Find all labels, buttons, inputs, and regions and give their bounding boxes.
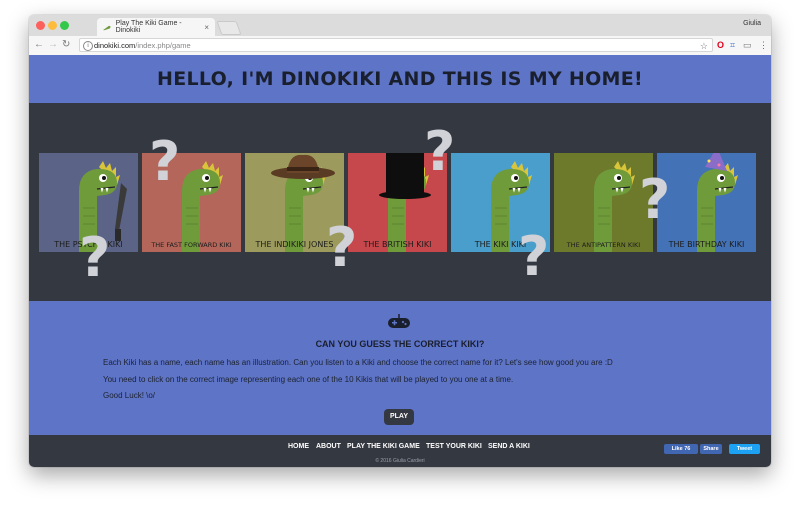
copyright: © 2016 Giulia Cardieri — [375, 458, 425, 464]
kiki-card-label: THE BRITISH KIKI — [363, 240, 432, 249]
cast-icon[interactable]: ▭ — [743, 40, 752, 50]
reload-icon[interactable]: ↻ — [62, 38, 70, 52]
question-mark-icon: ? — [518, 225, 550, 288]
address-bar[interactable]: i dinokiki.com/index.php/game ☆ — [79, 38, 713, 52]
kiki-gallery: THE PSYCHO KIKI THE FAST FORWARD KIKI THE … — [29, 103, 771, 301]
question-mark-icon: ? — [639, 168, 671, 231]
screenshot-extension-icon[interactable]: ⌗ — [730, 40, 735, 50]
tweet-button[interactable]: Tweet — [729, 444, 760, 454]
question-mark-icon: ? — [149, 130, 181, 193]
profile-name[interactable]: Giulia — [743, 20, 761, 27]
dino-illustration — [697, 153, 738, 252]
browser-toolbar: ← → ↻ i dinokiki.com/index.php/game ☆ O … — [29, 36, 771, 56]
game-description-line-1: Each Kiki has a name, each name has an i… — [103, 358, 613, 367]
menu-kebab-icon[interactable]: ⋮ — [759, 40, 768, 50]
question-mark-icon: ? — [424, 120, 456, 183]
question-mark-icon: ? — [79, 226, 111, 289]
zoom-window-button[interactable] — [60, 21, 69, 30]
footer-link-play[interactable]: PLAY THE KIKI GAME — [347, 443, 420, 450]
facebook-like-button[interactable]: Like 76 — [664, 444, 698, 454]
game-description-line-2: You need to click on the correct image r… — [103, 375, 514, 384]
footer-link-send[interactable]: SEND A KIKI — [488, 443, 530, 450]
page-content: HELLO, I'M DINOKIKI AND THIS IS MY HOME!… — [29, 55, 771, 467]
opera-extension-icon[interactable]: O — [717, 40, 724, 50]
tab-close-icon[interactable]: × — [204, 23, 209, 32]
kiki-card-label: THE ANTIPATTERN KIKI — [566, 241, 641, 249]
footer: HOME ABOUT PLAY THE KIKI GAME TEST YOUR … — [29, 435, 771, 467]
kiki-card-label: THE FAST FORWARD KIKI — [151, 241, 232, 249]
game-title: CAN YOU GUESS THE CORRECT KIKI? — [315, 339, 485, 349]
browser-window: Play The Kiki Game - Dinokiki × Giulia ←… — [29, 15, 771, 467]
bookmark-star-icon[interactable]: ☆ — [700, 39, 708, 53]
gamepad-icon — [388, 314, 410, 328]
footer-link-home[interactable]: HOME — [288, 443, 309, 450]
kiki-card-label: THE BIRTHDAY KIKI — [668, 240, 745, 249]
question-mark-icon: ? — [326, 216, 358, 279]
minimize-window-button[interactable] — [48, 21, 57, 30]
tab-bar: Play The Kiki Game - Dinokiki × Giulia — [29, 15, 771, 36]
game-section: CAN YOU GUESS THE CORRECT KIKI? Each Kik… — [29, 301, 771, 435]
tab-active[interactable]: Play The Kiki Game - Dinokiki × — [97, 18, 215, 36]
hero-header: HELLO, I'M DINOKIKI AND THIS IS MY HOME! — [29, 55, 771, 103]
site-info-icon[interactable]: i — [83, 41, 93, 51]
url-host: dinokiki.com — [94, 41, 136, 50]
play-button[interactable]: PLAY — [384, 409, 414, 425]
new-tab-button[interactable] — [216, 21, 242, 35]
footer-link-about[interactable]: ABOUT — [316, 443, 341, 450]
game-description-line-3: Good Luck! \o/ — [103, 391, 156, 400]
facebook-share-button[interactable]: Share — [700, 444, 722, 454]
footer-link-test[interactable]: TEST YOUR KIKI — [426, 443, 482, 450]
url-path: /index.php/game — [135, 41, 191, 50]
close-window-button[interactable] — [36, 21, 45, 30]
tab-title: Play The Kiki Game - Dinokiki — [115, 20, 182, 34]
page-title: HELLO, I'M DINOKIKI AND THIS IS MY HOME! — [157, 68, 643, 90]
forward-arrow-icon[interactable]: → — [48, 38, 58, 52]
kiki-card[interactable]: THE BIRTHDAY KIKI — [657, 153, 756, 252]
dino-favicon-icon — [103, 25, 111, 30]
back-arrow-icon[interactable]: ← — [34, 38, 44, 52]
